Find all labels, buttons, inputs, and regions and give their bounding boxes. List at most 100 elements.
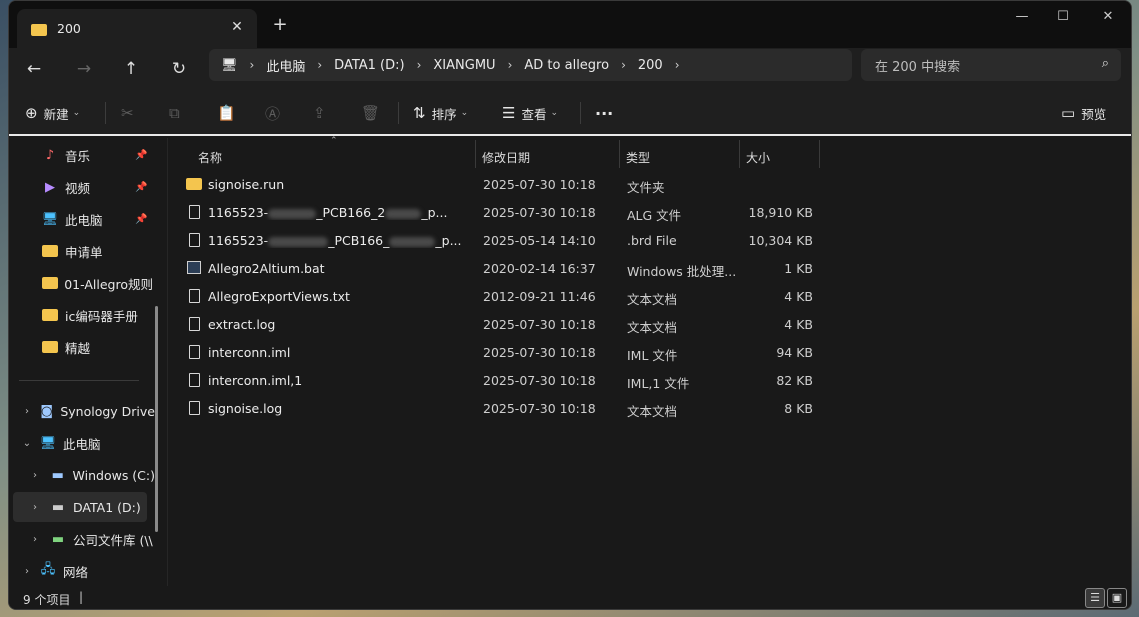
- chevron-right-icon[interactable]: ›: [29, 534, 41, 545]
- column-size-label: 大小: [746, 150, 771, 165]
- breadcrumb-this-pc[interactable]: 此电脑: [266, 56, 305, 75]
- file-row-allegro2altium-bat[interactable]: Allegro2Altium.bat 2020-02-14 16:37 Wind…: [178, 256, 818, 282]
- folder-icon: [41, 306, 59, 325]
- breadcrumb-xiangmu[interactable]: XIANGMU: [433, 58, 495, 73]
- file-row-signoise-run[interactable]: signoise.run 2025-07-30 10:18 文件夹: [178, 172, 818, 198]
- sidebar-item-ic-encoder-manual[interactable]: ic编码器手册: [41, 302, 153, 328]
- column-header-type[interactable]: 类型: [626, 146, 650, 168]
- chevron-down-icon[interactable]: ⌄: [21, 438, 33, 449]
- copy-button[interactable]: ⧉: [169, 100, 186, 126]
- tab-200[interactable]: 200 ✕: [17, 9, 257, 48]
- new-button[interactable]: ⊕ 新建 ⌄: [25, 100, 80, 126]
- file-row-alg[interactable]: 1165523- _PCB166_2 _p... 2025-07-30 10:18 …: [178, 200, 818, 226]
- cut-button[interactable]: ✂: [121, 100, 140, 126]
- sidebar-item-network[interactable]: 🖧 网络: [39, 558, 88, 584]
- column-divider[interactable]: [739, 140, 740, 168]
- file-row-brd[interactable]: 1165523- _PCB166_ _p... 2025-05-14 14:10 .…: [178, 228, 818, 254]
- rename-button[interactable]: Ⓐ: [265, 100, 286, 126]
- redacted-blur: [268, 208, 317, 219]
- sidebar-item-company-library[interactable]: ▬ 公司文件库 (\\: [49, 526, 155, 552]
- status-separator: |: [79, 590, 84, 604]
- file-row-interconn-iml-1[interactable]: interconn.iml,1 2025-07-30 10:18 IML,1 文…: [178, 368, 818, 394]
- sidebar-item-label: 01-Allegro规则: [64, 276, 153, 292]
- file-row-signoise-log[interactable]: signoise.log 2025-07-30 10:18 文本文档 8 KB: [178, 396, 818, 422]
- new-tab-button[interactable]: +: [269, 14, 291, 36]
- up-button[interactable]: ↑: [116, 54, 146, 84]
- delete-button[interactable]: 🗑: [361, 100, 386, 126]
- address-bar[interactable]: 🖥 › 此电脑 › DATA1 (D:) › XIANGMU › AD to a…: [209, 49, 852, 81]
- search-icon: ⌕: [1101, 56, 1109, 71]
- sort-icon: ⇅: [413, 104, 426, 122]
- chevron-right-icon: ›: [621, 58, 626, 72]
- forward-button[interactable]: →: [69, 54, 99, 84]
- tiles-view-button[interactable]: ▣: [1107, 588, 1127, 608]
- file-row-extract-log[interactable]: extract.log 2025-07-30 10:18 文本文档 4 KB: [178, 312, 818, 338]
- file-size: 8 KB: [784, 401, 813, 416]
- sidebar-item-videos[interactable]: ▶ 视频: [41, 174, 90, 200]
- chevron-down-icon: ⌄: [72, 108, 81, 118]
- file-date: 2025-07-30 10:18: [483, 317, 596, 332]
- sidebar-item-this-pc[interactable]: 🖥 此电脑: [41, 206, 103, 232]
- sidebar-item-synology-drive[interactable]: ◙ Synology Drive: [39, 398, 155, 424]
- chevron-right-icon[interactable]: ›: [21, 566, 33, 577]
- maximize-button[interactable]: ☐: [1048, 7, 1078, 27]
- column-header-modified[interactable]: 修改日期: [482, 146, 530, 168]
- minimize-button[interactable]: —: [1007, 7, 1037, 27]
- breadcrumb-200[interactable]: 200: [638, 58, 663, 73]
- sidebar-item-allegro-rules[interactable]: 01-Allegro规则: [41, 270, 153, 296]
- preview-pane-icon: ▭: [1061, 104, 1076, 122]
- file-icon: [186, 371, 202, 391]
- share-button[interactable]: ⇪: [313, 100, 332, 126]
- file-size: 4 KB: [784, 289, 813, 304]
- column-header-name[interactable]: 名称: [198, 146, 222, 168]
- navigation-bar: ← → ↑ ↻ 🖥 › 此电脑 › DATA1 (D:) › XIANGMU ›…: [9, 48, 1131, 90]
- file-date: 2012-09-21 11:46: [483, 289, 596, 304]
- column-divider[interactable]: [819, 140, 820, 168]
- back-button[interactable]: ←: [19, 54, 49, 84]
- close-window-button[interactable]: ✕: [1093, 7, 1123, 27]
- folder-icon: [41, 338, 59, 357]
- more-options-button[interactable]: ···: [595, 100, 613, 126]
- file-date: 2025-07-30 10:18: [483, 345, 596, 360]
- sidebar-item-application-form[interactable]: 申请单: [41, 238, 103, 264]
- file-explorer-window: 200 ✕ + — ☐ ✕ ← → ↑ ↻ 🖥 › 此电脑 › DATA1 (D…: [8, 0, 1132, 610]
- sort-button[interactable]: ⇅ 排序 ⌄: [413, 100, 468, 126]
- sidebar-scrollbar[interactable]: [155, 306, 158, 532]
- file-name: interconn.iml,1: [208, 373, 303, 388]
- sidebar-item-music[interactable]: ♪ 音乐: [41, 142, 90, 168]
- sidebar-item-label: 网络: [63, 564, 89, 580]
- preview-button[interactable]: ▭ 预览: [1061, 100, 1106, 126]
- sidebar-item-this-pc-tree[interactable]: 🖥 此电脑: [39, 430, 101, 456]
- chevron-right-icon[interactable]: ›: [21, 406, 33, 417]
- details-view-button[interactable]: ☰: [1085, 588, 1105, 608]
- sidebar-item-label: 此电脑: [65, 212, 103, 228]
- refresh-button[interactable]: ↻: [164, 54, 194, 84]
- view-button[interactable]: ☰ 查看 ⌄: [502, 100, 558, 126]
- sidebar-item-label: Windows (C:): [72, 467, 155, 483]
- chevron-right-icon[interactable]: ›: [29, 502, 41, 513]
- chevron-right-icon: ›: [317, 58, 323, 72]
- sidebar-item-label: 精越: [65, 340, 91, 356]
- file-name: signoise.run: [208, 177, 285, 192]
- column-header-size[interactable]: 大小: [746, 146, 770, 168]
- divider: [105, 102, 106, 124]
- chevron-right-icon[interactable]: ›: [675, 58, 680, 72]
- file-row-allegroexportviews[interactable]: AllegroExportViews.txt 2012-09-21 11:46 …: [178, 284, 818, 310]
- column-divider[interactable]: [619, 140, 620, 168]
- sidebar-item-label: ic编码器手册: [65, 308, 138, 324]
- chevron-right-icon[interactable]: ›: [29, 470, 41, 481]
- sort-ascending-icon: ⌃: [330, 136, 338, 146]
- paste-button[interactable]: 📋: [217, 100, 242, 126]
- sidebar-item-label: 申请单: [65, 244, 103, 260]
- search-input[interactable]: 在 200 中搜索 ⌕: [861, 49, 1121, 81]
- file-type: 文本文档: [627, 320, 678, 335]
- breadcrumb-ad-to-allegro[interactable]: AD to allegro: [524, 58, 609, 73]
- column-divider[interactable]: [475, 140, 476, 168]
- breadcrumb-data1[interactable]: DATA1 (D:): [334, 58, 404, 73]
- sidebar-item-data1-d[interactable]: ▬ DATA1 (D:): [49, 494, 149, 520]
- file-row-interconn-iml[interactable]: interconn.iml 2025-07-30 10:18 IML 文件 94…: [178, 340, 818, 366]
- sidebar-item-jingyue[interactable]: 精越: [41, 334, 90, 360]
- close-tab-button[interactable]: ✕: [227, 17, 247, 37]
- text-file-icon: [186, 315, 202, 335]
- sidebar-item-windows-c[interactable]: ▬ Windows (C:): [49, 462, 155, 488]
